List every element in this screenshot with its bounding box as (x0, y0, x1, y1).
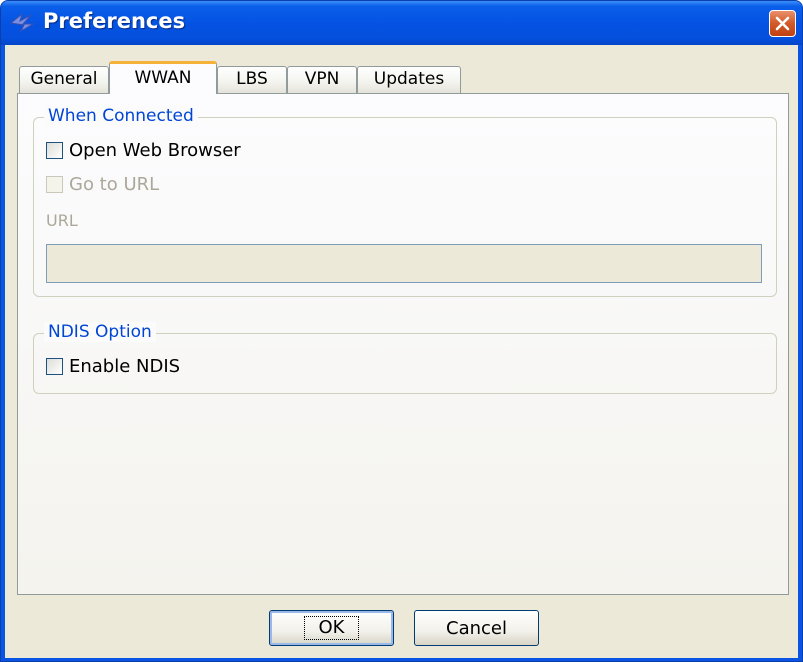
open-web-browser-checkbox[interactable]: Open Web Browser (46, 140, 241, 161)
go-to-url-checkbox: Go to URL (46, 174, 159, 195)
dialog-client-area: General WWAN LBS VPN Updates When Connec… (5, 45, 798, 658)
preferences-dialog: Preferences General WWAN LBS VPN Updates… (0, 0, 803, 662)
enable-ndis-checkbox[interactable]: Enable NDIS (46, 356, 180, 377)
when-connected-group: When Connected Open Web Browser Go to UR… (33, 106, 777, 297)
cancel-button-label: Cancel (446, 617, 507, 639)
tab-updates[interactable]: Updates (357, 66, 461, 93)
cancel-button[interactable]: Cancel (414, 610, 539, 646)
tab-general[interactable]: General (19, 66, 109, 93)
go-to-url-label: Go to URL (69, 174, 160, 195)
when-connected-label: When Connected (44, 106, 198, 126)
checkbox-box (46, 176, 63, 193)
title-bar[interactable]: Preferences (1, 1, 802, 45)
satellite-logo-icon (9, 11, 35, 35)
close-icon (775, 16, 790, 31)
tab-wwan[interactable]: WWAN (109, 61, 217, 94)
ndis-option-label: NDIS Option (44, 322, 156, 342)
ok-button[interactable]: OK (269, 610, 394, 646)
checkbox-box[interactable] (46, 358, 63, 375)
url-input (46, 244, 762, 283)
checkbox-box[interactable] (46, 142, 63, 159)
close-button[interactable] (769, 10, 796, 37)
url-label: URL (46, 211, 78, 230)
ndis-option-group: NDIS Option Enable NDIS (33, 322, 777, 394)
tab-panel-wwan: When Connected Open Web Browser Go to UR… (17, 93, 789, 595)
window-title: Preferences (43, 9, 186, 33)
open-web-browser-label: Open Web Browser (69, 140, 241, 161)
tab-lbs[interactable]: LBS (217, 66, 287, 93)
tab-vpn[interactable]: VPN (287, 66, 357, 93)
ok-button-label: OK (303, 616, 360, 640)
enable-ndis-label: Enable NDIS (69, 356, 181, 377)
